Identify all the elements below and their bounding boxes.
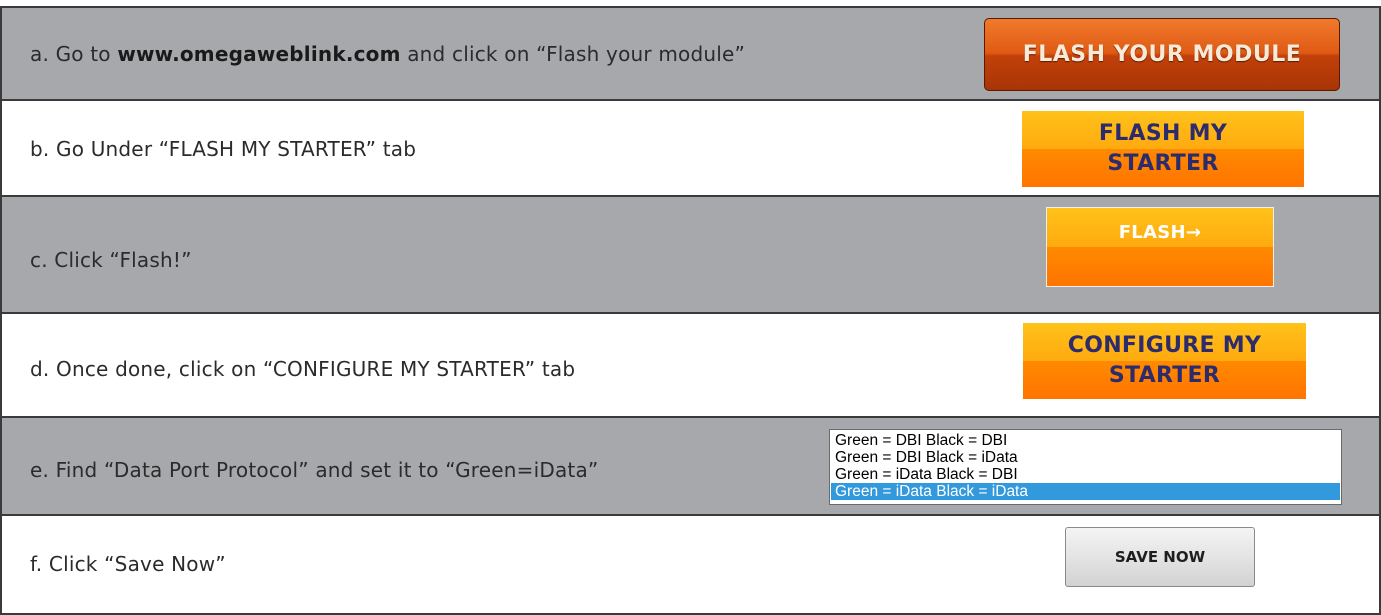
protocol-option[interactable]: Green = DBI Black = DBI: [831, 432, 1340, 449]
step-d-text: d. Once done, click on “CONFIGURE MY STA…: [30, 357, 576, 381]
step-c-text: c. Click “Flash!”: [30, 248, 192, 272]
configure-my-starter-line1: CONFIGURE MY: [1067, 333, 1262, 358]
flash-my-starter-line2: STARTER: [1107, 151, 1219, 176]
data-port-protocol-listbox[interactable]: Green = DBI Black = DBI Green = DBI Blac…: [829, 429, 1342, 505]
protocol-option-selected[interactable]: Green = iData Black = iData: [831, 483, 1340, 500]
step-f-text: f. Click “Save Now”: [30, 552, 226, 576]
instruction-table: a. Go to www.omegaweblink.com and click …: [0, 6, 1381, 615]
step-row-a: a. Go to www.omegaweblink.com and click …: [2, 8, 1379, 101]
step-row-f: f. Click “Save Now” SAVE NOW: [2, 516, 1379, 613]
save-now-button[interactable]: SAVE NOW: [1065, 527, 1255, 587]
protocol-option[interactable]: Green = DBI Black = iData: [831, 449, 1340, 466]
step-row-e: e. Find “Data Port Protocol” and set it …: [2, 418, 1379, 516]
flash-my-starter-line1: FLASH MY: [1098, 121, 1228, 146]
website-link[interactable]: www.omegaweblink.com: [117, 42, 400, 66]
flash-button[interactable]: FLASH→: [1046, 207, 1274, 287]
configure-my-starter-tab[interactable]: CONFIGURE MY STARTER: [1023, 323, 1306, 399]
step-row-d: d. Once done, click on “CONFIGURE MY STA…: [2, 314, 1379, 418]
step-a-prefix: a. Go to: [30, 42, 118, 66]
step-b-text: b. Go Under “FLASH MY STARTER” tab: [30, 137, 417, 161]
step-row-c: c. Click “Flash!” FLASH→: [2, 197, 1379, 314]
step-e-text: e. Find “Data Port Protocol” and set it …: [30, 458, 599, 482]
protocol-option[interactable]: Green = iData Black = DBI: [831, 466, 1340, 483]
flash-my-starter-tab[interactable]: FLASH MY STARTER: [1022, 111, 1304, 187]
step-a-suffix: and click on “Flash your module”: [400, 42, 746, 66]
configure-my-starter-line2: STARTER: [1108, 363, 1221, 388]
flash-your-module-button[interactable]: FLASH YOUR MODULE: [984, 18, 1340, 91]
step-a-text: a. Go to www.omegaweblink.com and click …: [30, 42, 745, 66]
step-row-b: b. Go Under “FLASH MY STARTER” tab FLASH…: [2, 101, 1379, 197]
